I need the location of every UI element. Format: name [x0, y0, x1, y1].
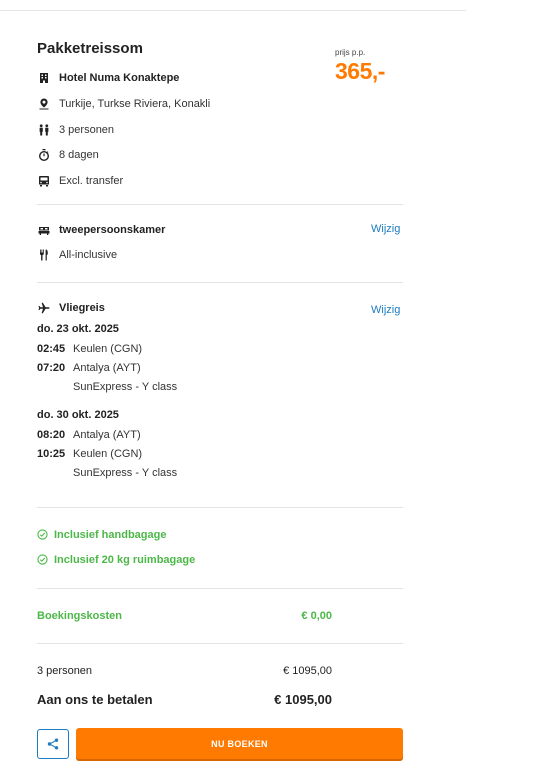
outbound-departure-place: Keulen (CGN) — [73, 343, 143, 355]
outbound-arrival-time: 07:20 — [37, 362, 66, 374]
location-row: Turkije, Turkse Riviera, Konakli — [37, 96, 210, 112]
return-carrier: SunExpress - Y class — [73, 467, 178, 479]
room-row: tweepersoonskamer — [37, 222, 165, 238]
divider — [37, 282, 403, 283]
stopwatch-icon — [37, 148, 51, 162]
persons-cost-value: € 1095,00 — [283, 665, 332, 677]
transfer-row: Excl. transfer — [37, 173, 123, 189]
outbound-departure-time: 02:45 — [37, 343, 66, 355]
hold-baggage-row: Inclusief 20 kg ruimbagage — [37, 554, 195, 566]
flight-label: Vliegreis — [59, 302, 105, 314]
total-label: Aan ons te betalen — [37, 692, 153, 707]
price-label: prijs p.p. — [335, 48, 366, 57]
transfer-text: Excl. transfer — [59, 175, 124, 187]
divider — [37, 204, 403, 205]
hotel-name: Hotel Numa Konaktepe — [59, 72, 180, 84]
top-divider — [0, 10, 466, 11]
total-value: € 1095,00 — [274, 692, 332, 707]
price-per-person: 365,- — [335, 58, 385, 84]
change-room-link[interactable]: Wijzig — [371, 223, 400, 235]
return-departure-time: 08:20 — [37, 429, 66, 441]
people-icon — [37, 123, 51, 137]
board-text: All-inclusive — [59, 249, 118, 261]
divider — [37, 507, 403, 508]
return-arrival-time: 10:25 — [37, 448, 66, 460]
check-circle-icon — [37, 554, 49, 566]
bus-icon — [37, 174, 51, 188]
booking-costs-value: € 0,00 — [301, 610, 332, 622]
cutlery-icon — [37, 248, 51, 262]
location-pin-icon — [37, 97, 51, 111]
bed-icon — [37, 223, 51, 237]
duration-row: 8 dagen — [37, 147, 99, 163]
airplane-icon — [37, 301, 51, 315]
outbound-arrival-place: Antalya (AYT) — [73, 362, 141, 374]
return-arrival-place: Keulen (CGN) — [73, 448, 143, 460]
return-date: do. 30 okt. 2025 — [37, 409, 119, 421]
persons-cost-label: 3 personen — [37, 665, 93, 677]
outbound-carrier: SunExpress - Y class — [73, 381, 178, 393]
flight-header-row: Vliegreis — [37, 300, 105, 316]
share-icon — [47, 738, 59, 750]
building-icon — [37, 71, 51, 85]
hand-baggage-text: Inclusief handbagage — [54, 529, 167, 541]
hotel-row: Hotel Numa Konaktepe — [37, 70, 179, 86]
location-text: Turkije, Turkse Riviera, Konakli — [59, 98, 211, 110]
hand-baggage-row: Inclusief handbagage — [37, 529, 166, 541]
persons-row: 3 personen — [37, 122, 114, 138]
divider — [37, 643, 403, 644]
share-button[interactable] — [37, 729, 69, 759]
return-departure-place: Antalya (AYT) — [73, 429, 141, 441]
room-type: tweepersoonskamer — [59, 224, 166, 236]
change-flight-link[interactable]: Wijzig — [371, 304, 400, 316]
divider — [37, 588, 403, 589]
package-title: Pakketreissom — [37, 40, 143, 57]
board-row: All-inclusive — [37, 247, 117, 263]
duration-text: 8 dagen — [59, 149, 99, 161]
booking-summary-panel: Pakketreissom prijs p.p. 365,- Hotel Num… — [0, 0, 466, 771]
check-circle-icon — [37, 529, 49, 541]
outbound-date: do. 23 okt. 2025 — [37, 323, 119, 335]
book-now-button[interactable]: NU BOEKEN — [76, 728, 403, 759]
persons-text: 3 personen — [59, 124, 115, 136]
booking-costs-label: Boekingskosten — [37, 610, 122, 622]
hold-baggage-text: Inclusief 20 kg ruimbagage — [54, 554, 196, 566]
